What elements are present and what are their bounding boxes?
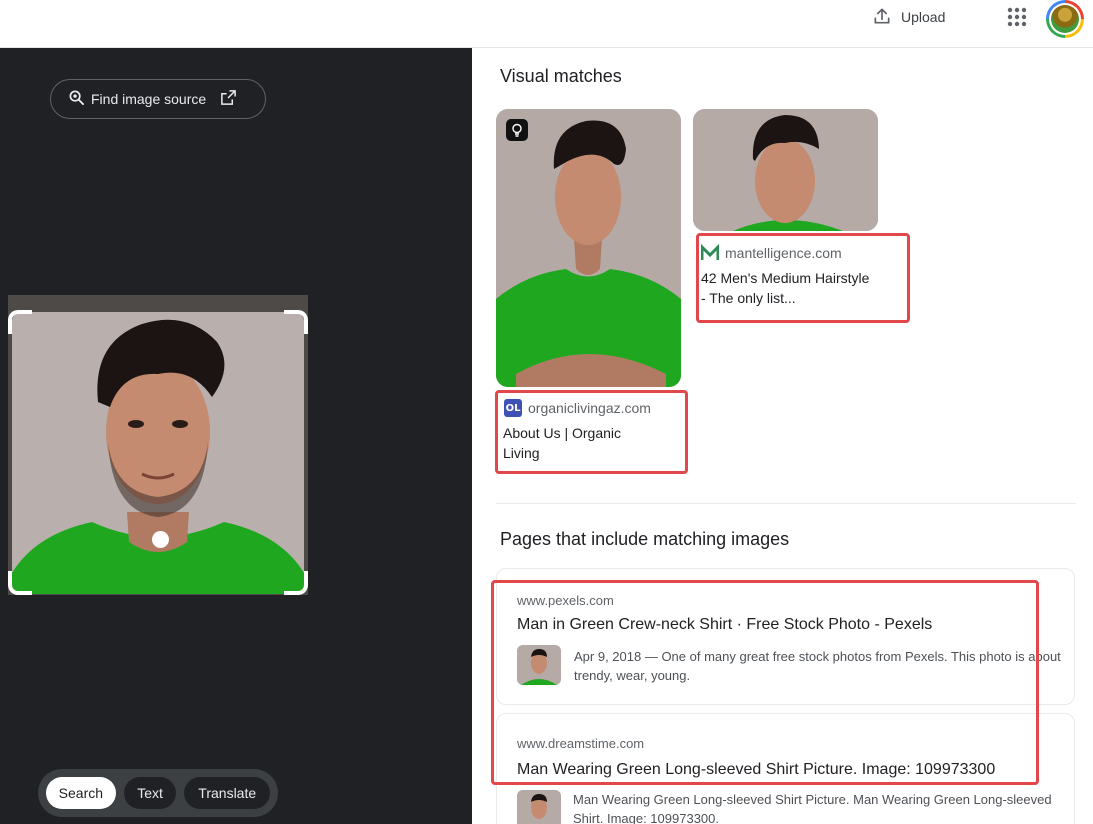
crop-selection[interactable]: [8, 295, 308, 595]
visual-matches-heading: Visual matches: [500, 66, 622, 86]
section-divider: [496, 503, 1076, 504]
crop-handle-top-left[interactable]: [8, 310, 32, 334]
result-title[interactable]: Man in Green Crew-neck Shirt · Free Stoc…: [517, 616, 932, 634]
visual-match-title[interactable]: 42 Men's Medium Hairstyle - The only lis…: [701, 268, 876, 308]
crop-handle-bottom-right[interactable]: [284, 571, 308, 595]
account-avatar[interactable]: [1046, 0, 1084, 38]
object-selector-dot[interactable]: [152, 531, 169, 548]
apps-grid-icon[interactable]: [1004, 4, 1030, 30]
find-image-source-button[interactable]: Find image source: [50, 79, 266, 119]
result-snippet: Apr 9, 2018 — One of many great free sto…: [574, 649, 1061, 683]
favicon-icon: OL: [504, 399, 522, 417]
page-result-card[interactable]: www.pexels.com Man in Green Crew-neck Sh…: [496, 568, 1075, 705]
result-snippet: Man Wearing Green Long-sleeved Shirt Pic…: [573, 792, 1052, 824]
source-site: organiclivingaz.com: [528, 400, 651, 416]
source-site: mantelligence.com: [725, 245, 842, 261]
avatar-image: [1051, 5, 1079, 33]
google-lens-results: Upload Find image source Search Text Tra…: [0, 0, 1093, 824]
upload-icon: [872, 6, 892, 29]
result-thumbnail: [517, 790, 561, 824]
result-site: www.pexels.com: [517, 593, 614, 608]
top-bar: Upload: [0, 0, 1093, 48]
result-title[interactable]: Man Wearing Green Long-sleeved Shirt Pic…: [517, 761, 995, 779]
lightbulb-icon: [506, 119, 528, 141]
query-image: [12, 312, 304, 594]
source-organiclivingaz[interactable]: OL organiclivingaz.com: [504, 399, 651, 417]
visual-match-title[interactable]: About Us | Organic Living: [503, 423, 653, 463]
results-panel: Visual matches OL organiclivingaz.com Ab…: [472, 48, 1093, 824]
upload-button[interactable]: Upload: [872, 4, 945, 30]
mode-search-button[interactable]: Search: [46, 777, 116, 809]
crop-handle-bottom-left[interactable]: [8, 571, 32, 595]
result-site: www.dreamstime.com: [517, 736, 645, 751]
mode-text-button[interactable]: Text: [123, 777, 177, 809]
favicon-icon: [701, 244, 719, 262]
pages-heading: Pages that include matching images: [500, 529, 790, 549]
open-external-icon: [220, 89, 237, 109]
crop-handle-top-right[interactable]: [284, 310, 308, 334]
page-result-card[interactable]: www.dreamstime.com Man Wearing Green Lon…: [496, 713, 1075, 824]
result-thumbnail: [517, 645, 561, 685]
find-image-source-label: Find image source: [91, 91, 207, 107]
source-mantelligence[interactable]: mantelligence.com: [701, 244, 842, 262]
upload-label: Upload: [901, 9, 946, 25]
mode-translate-button[interactable]: Translate: [184, 777, 271, 809]
visual-match-image[interactable]: [693, 109, 878, 231]
lens-mode-switcher: Search Text Translate: [38, 769, 278, 817]
image-preview-panel: Find image source Search Text Translate: [0, 48, 472, 824]
lens-search-icon: [68, 89, 85, 109]
visual-match-image[interactable]: [496, 109, 681, 387]
